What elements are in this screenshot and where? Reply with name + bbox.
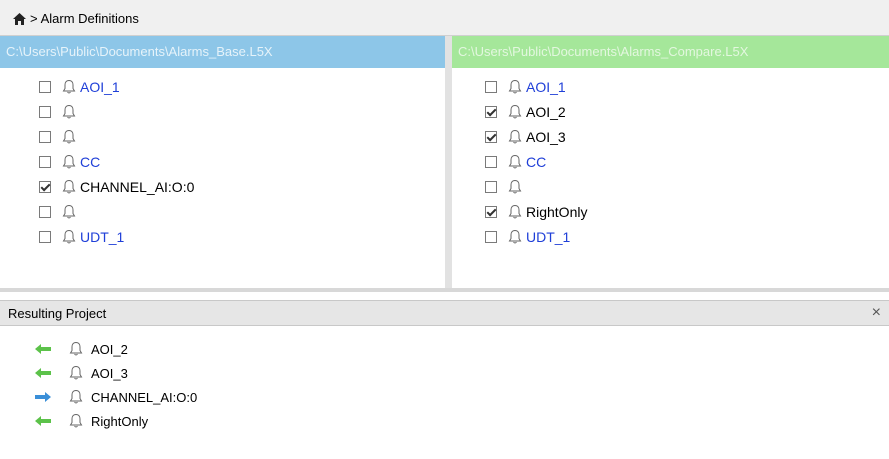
alarm-tree-item[interactable]: AOI_3 [485, 127, 566, 147]
checkbox[interactable] [485, 231, 497, 243]
compare-file-pane: C:\Users\Public\Documents\Alarms_Compare… [452, 36, 889, 288]
checkbox-checked[interactable] [485, 206, 497, 218]
alarm-item-label: RightOnly [526, 204, 588, 220]
bell-icon [61, 129, 77, 145]
result-item[interactable]: AOI_3 [34, 362, 128, 384]
bell-icon [61, 104, 77, 120]
result-item[interactable]: AOI_2 [34, 338, 128, 360]
alarm-tree-item[interactable]: CHANNEL_AI:O:0 [39, 177, 194, 197]
alarm-tree-item[interactable]: UDT_1 [485, 227, 570, 247]
arrow-left-icon [34, 343, 52, 355]
alarm-tree-item[interactable]: CC [39, 152, 100, 172]
bell-icon [507, 79, 523, 95]
alarm-tree-item[interactable] [39, 202, 80, 222]
result-item-label: AOI_3 [91, 365, 128, 381]
checkbox-checked[interactable] [485, 106, 497, 118]
bell-icon [61, 79, 77, 95]
bell-icon [68, 389, 84, 405]
checkbox[interactable] [485, 81, 497, 93]
alarm-item-label[interactable]: CC [80, 154, 100, 170]
resulting-project-title: Resulting Project [8, 306, 107, 321]
base-file-pane: C:\Users\Public\Documents\Alarms_Base.L5… [0, 36, 445, 288]
arrow-right-icon [34, 391, 52, 403]
breadcrumb-separator: > [30, 11, 38, 26]
breadcrumb-title: Alarm Definitions [40, 11, 139, 26]
compare-file-path: C:\Users\Public\Documents\Alarms_Compare… [452, 36, 889, 68]
alarm-tree-item[interactable] [39, 102, 80, 122]
result-item[interactable]: CHANNEL_AI:O:0 [34, 386, 197, 408]
alarm-item-label: CHANNEL_AI:O:0 [80, 179, 195, 195]
arrow-left-icon [34, 367, 52, 379]
result-item-label: AOI_2 [91, 341, 128, 357]
checkbox-checked[interactable] [485, 131, 497, 143]
alarm-tree-item[interactable] [39, 127, 80, 147]
alarm-tree-item[interactable]: AOI_1 [485, 77, 566, 97]
result-item-label: CHANNEL_AI:O:0 [91, 389, 198, 405]
result-item-label: RightOnly [91, 413, 149, 429]
pane-splitter[interactable] [445, 36, 452, 288]
bell-icon [507, 154, 523, 170]
bell-icon [507, 179, 523, 195]
checkbox[interactable] [485, 156, 497, 168]
alarm-item-label[interactable]: AOI_1 [526, 79, 566, 95]
checkbox[interactable] [39, 231, 51, 243]
checkbox[interactable] [485, 181, 497, 193]
bell-icon [68, 341, 84, 357]
resulting-project-header: Resulting Project × [0, 300, 889, 326]
checkbox[interactable] [39, 156, 51, 168]
checkbox[interactable] [39, 81, 51, 93]
alarm-item-label[interactable]: UDT_1 [526, 229, 570, 245]
bell-icon [61, 154, 77, 170]
alarm-tree-item[interactable]: CC [485, 152, 546, 172]
bell-icon [61, 204, 77, 220]
bell-icon [507, 204, 523, 220]
bell-icon [507, 229, 523, 245]
alarm-item-label[interactable]: UDT_1 [80, 229, 124, 245]
panel-splitter[interactable] [0, 288, 889, 292]
breadcrumb: > Alarm Definitions [0, 0, 889, 36]
bell-icon [507, 129, 523, 145]
bell-icon [507, 104, 523, 120]
base-file-path: C:\Users\Public\Documents\Alarms_Base.L5… [0, 36, 445, 68]
alarm-tree-item[interactable] [485, 177, 526, 197]
bell-icon [61, 179, 77, 195]
bell-icon [68, 413, 84, 429]
alarm-item-label: AOI_3 [526, 129, 566, 145]
alarm-item-label[interactable]: AOI_1 [80, 79, 120, 95]
checkbox[interactable] [39, 106, 51, 118]
home-icon[interactable] [13, 12, 26, 25]
arrow-left-icon [34, 415, 52, 427]
bell-icon [61, 229, 77, 245]
result-item[interactable]: RightOnly [34, 410, 148, 432]
alarm-item-label: AOI_2 [526, 104, 566, 120]
alarm-tree-item[interactable]: RightOnly [485, 202, 587, 222]
alarm-item-label[interactable]: CC [526, 154, 546, 170]
alarm-tree-item[interactable]: UDT_1 [39, 227, 124, 247]
close-icon[interactable]: × [872, 304, 881, 322]
checkbox[interactable] [39, 131, 51, 143]
alarm-tree-item[interactable]: AOI_2 [485, 102, 566, 122]
checkbox-checked[interactable] [39, 181, 51, 193]
checkbox[interactable] [39, 206, 51, 218]
alarm-tree-item[interactable]: AOI_1 [39, 77, 120, 97]
bell-icon [68, 365, 84, 381]
